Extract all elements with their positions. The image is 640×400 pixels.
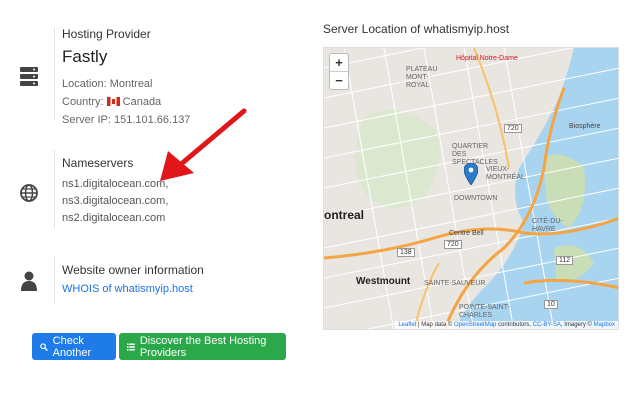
owner-label: Website owner information	[62, 263, 204, 277]
nameserver-2: ns3.digitalocean.com,	[62, 195, 169, 207]
map-label-pointe: POINTE-SAINT-CHARLES	[459, 304, 510, 319]
hosting-provider-label: Hosting Provider	[62, 27, 151, 41]
map-marker-icon[interactable]	[464, 163, 478, 185]
map-title: Server Location of whatismyip.host	[323, 22, 510, 36]
map-route-10: 10	[544, 300, 558, 309]
map-label-plateau: PLATEAU MONT-ROYAL	[406, 66, 438, 89]
map-label-vieux: VIEUX-MONTRÉAL	[486, 166, 525, 181]
search-icon	[40, 342, 48, 351]
map-label-cite: CITÉ-DU-HAVRE	[532, 218, 563, 233]
map-label-biosphere: Biosphère	[569, 123, 601, 130]
map-label-hopital: Hôpital Notre-Dame	[456, 55, 518, 62]
zoom-control: + −	[329, 53, 349, 90]
map-city-westmount: Westmount	[356, 276, 411, 287]
zoom-in-button[interactable]: +	[330, 54, 348, 71]
red-arrow-annotation	[160, 108, 247, 181]
license-link[interactable]: CC-BY-SA	[533, 322, 561, 328]
user-icon	[14, 266, 44, 296]
list-icon	[127, 342, 135, 351]
map-tiles	[324, 48, 618, 329]
osm-link[interactable]: OpenStreetMap	[454, 322, 496, 328]
map-label-centre-bell: Centre Bell	[449, 230, 484, 237]
discover-hosting-button[interactable]: Discover the Best Hosting Providers	[119, 333, 286, 360]
server-location-map[interactable]: + − Hôpital Notre-Dame PLATEAU MONT-ROYA…	[323, 47, 619, 330]
map-route-112: 112	[556, 256, 574, 265]
nameserver-3: ns2.digitalocean.com	[62, 212, 166, 224]
mapbox-link[interactable]: Mapbox	[594, 322, 615, 328]
provider-location: Location: Montreal	[62, 78, 153, 90]
map-city-montreal: ontreal	[324, 208, 365, 222]
owner-section: Website owner information WHOIS of whati…	[0, 256, 300, 306]
leaflet-link[interactable]: Leaflet	[398, 322, 416, 328]
check-another-button[interactable]: Check Another	[32, 333, 116, 360]
map-route-720b: 720	[444, 240, 462, 249]
provider-name: Fastly	[62, 47, 108, 66]
map-route-138: 138	[397, 248, 415, 257]
server-icon	[14, 62, 44, 92]
canada-flag-icon	[106, 97, 120, 106]
globe-icon	[14, 178, 44, 208]
zoom-out-button[interactable]: −	[330, 71, 348, 89]
map-route-720a: 720	[504, 124, 522, 133]
details-panel: Hosting Provider Fastly Location: Montre…	[0, 0, 305, 400]
map-label-saint-sauveur: SAINTE-SAUVEUR	[424, 280, 486, 287]
map-attribution: Leaflet | Map data © OpenStreetMap contr…	[395, 321, 618, 329]
map-label-downtown: DOWNTOWN	[454, 195, 498, 202]
whois-link[interactable]: WHOIS of whatismyip.host	[62, 283, 204, 295]
